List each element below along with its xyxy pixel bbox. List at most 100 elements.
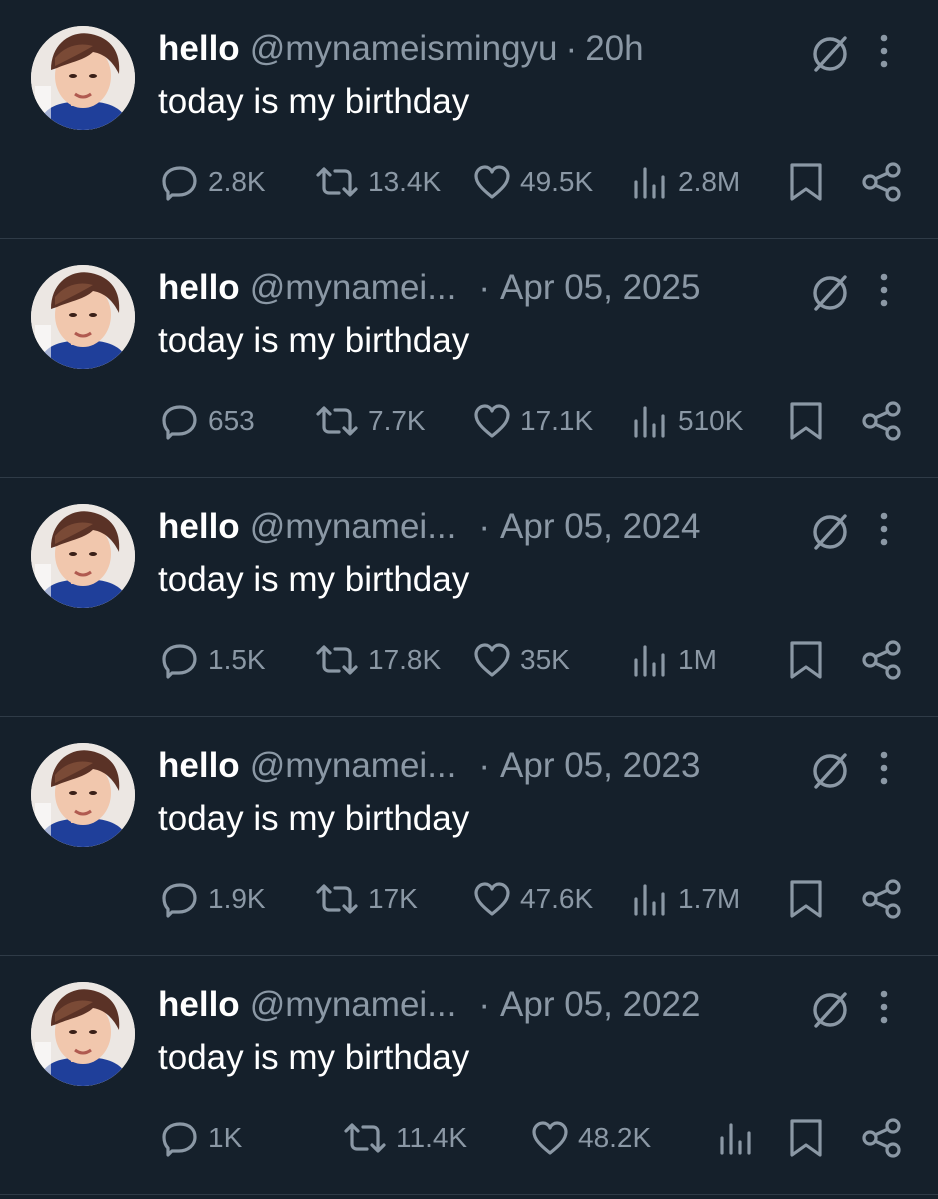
tweet[interactable]: hello @mynamei... · Apr 05, 2025 today is m… bbox=[0, 239, 938, 478]
avatar[interactable] bbox=[31, 504, 135, 608]
user-handle[interactable]: @mynamei... bbox=[250, 268, 457, 307]
views-icon bbox=[720, 1123, 751, 1155]
grok-icon[interactable] bbox=[808, 749, 852, 793]
views-button[interactable] bbox=[716, 1115, 764, 1161]
views-button[interactable]: 2.8M bbox=[630, 159, 740, 205]
like-icon bbox=[474, 165, 510, 199]
avatar-image bbox=[31, 26, 135, 130]
avatar[interactable] bbox=[31, 743, 135, 847]
tweet-header: hello @mynameismingyu · 20h bbox=[158, 28, 644, 70]
retweet-button[interactable]: 11.4K bbox=[342, 1115, 467, 1161]
reply-button[interactable]: 1K bbox=[160, 1115, 242, 1161]
share-icon bbox=[862, 162, 901, 202]
share-button[interactable] bbox=[860, 876, 904, 922]
tweet-feed: hello @mynameismingyu · 20h today is my bir… bbox=[0, 0, 938, 1199]
retweet-count: 17.8K bbox=[368, 644, 442, 675]
tweet[interactable]: hello @mynameismingyu · 20h today is my bir… bbox=[0, 0, 938, 239]
like-button[interactable]: 17.1K bbox=[472, 398, 593, 444]
display-name[interactable]: hello bbox=[158, 746, 240, 785]
timestamp[interactable]: Apr 05, 2023 bbox=[500, 746, 700, 785]
bookmark-button[interactable] bbox=[786, 876, 826, 922]
separator-dot: · bbox=[478, 507, 491, 546]
bookmark-icon bbox=[790, 1119, 822, 1157]
display-name[interactable]: hello bbox=[158, 985, 240, 1024]
avatar[interactable] bbox=[31, 26, 135, 130]
like-button[interactable]: 47.6K bbox=[472, 876, 593, 922]
grok-icon[interactable] bbox=[808, 32, 852, 76]
grok-icon[interactable] bbox=[808, 271, 852, 315]
like-count: 48.2K bbox=[578, 1122, 652, 1153]
avatar[interactable] bbox=[31, 265, 135, 369]
reply-count: 1.9K bbox=[208, 883, 266, 914]
views-icon bbox=[634, 645, 665, 677]
user-handle[interactable]: @mynamei... bbox=[250, 507, 457, 546]
bookmark-button[interactable] bbox=[786, 637, 826, 683]
tweet-text: today is my birthday bbox=[158, 799, 470, 838]
reply-button[interactable]: 2.8K bbox=[160, 159, 266, 205]
views-button[interactable]: 1.7M bbox=[630, 876, 740, 922]
more-icon[interactable] bbox=[872, 31, 896, 71]
tweet-header: hello @mynamei... · Apr 05, 2025 bbox=[158, 267, 700, 309]
avatar[interactable] bbox=[31, 982, 135, 1086]
bookmark-icon bbox=[790, 641, 822, 679]
like-count: 47.6K bbox=[520, 883, 594, 914]
more-icon[interactable] bbox=[872, 987, 896, 1027]
retweet-button[interactable]: 17K bbox=[314, 876, 418, 922]
like-button[interactable]: 49.5K bbox=[472, 159, 593, 205]
tweet-actions: 1.9K 17K 47.6K 1.7M bbox=[0, 876, 938, 922]
views-icon bbox=[634, 884, 665, 916]
reply-button[interactable]: 1.5K bbox=[160, 637, 266, 683]
retweet-icon bbox=[344, 1123, 386, 1153]
views-button[interactable]: 510K bbox=[630, 398, 743, 444]
reply-icon bbox=[162, 405, 197, 440]
share-button[interactable] bbox=[860, 398, 904, 444]
retweet-button[interactable]: 13.4K bbox=[314, 159, 441, 205]
user-handle[interactable]: @mynameismingyu bbox=[250, 29, 558, 68]
share-icon bbox=[862, 1118, 901, 1158]
view-count: 1M bbox=[678, 644, 717, 675]
more-icon[interactable] bbox=[872, 748, 896, 788]
tweet[interactable]: hello @mynamei... · Apr 05, 2022 today is m… bbox=[0, 956, 938, 1195]
retweet-button[interactable]: 17.8K bbox=[314, 637, 441, 683]
display-name[interactable]: hello bbox=[158, 507, 240, 546]
avatar-image bbox=[31, 265, 135, 369]
tweet[interactable]: hello @mynamei... · Apr 05, 2024 today is m… bbox=[0, 478, 938, 717]
reply-icon bbox=[162, 883, 197, 918]
share-button[interactable] bbox=[860, 159, 904, 205]
user-handle[interactable]: @mynamei... bbox=[250, 746, 457, 785]
share-button[interactable] bbox=[860, 1115, 904, 1161]
display-name[interactable]: hello bbox=[158, 268, 240, 307]
user-handle[interactable]: @mynamei... bbox=[250, 985, 457, 1024]
timestamp[interactable]: Apr 05, 2025 bbox=[500, 268, 700, 307]
like-button[interactable]: 48.2K bbox=[530, 1115, 651, 1161]
timestamp[interactable]: Apr 05, 2022 bbox=[500, 985, 700, 1024]
more-icon[interactable] bbox=[872, 509, 896, 549]
bookmark-button[interactable] bbox=[786, 1115, 826, 1161]
tweet[interactable]: hello @mynamei... · Apr 05, 2023 today is m… bbox=[0, 717, 938, 956]
views-icon bbox=[634, 406, 665, 438]
views-icon bbox=[634, 167, 665, 199]
grok-icon[interactable] bbox=[808, 510, 852, 554]
retweet-count: 13.4K bbox=[368, 166, 442, 197]
more-icon[interactable] bbox=[872, 270, 896, 310]
views-button[interactable]: 1M bbox=[630, 637, 717, 683]
tweet-actions: 653 7.7K 17.1K 510K bbox=[0, 398, 938, 444]
retweet-count: 7.7K bbox=[368, 405, 426, 436]
retweet-count: 17K bbox=[368, 883, 418, 914]
timestamp[interactable]: Apr 05, 2024 bbox=[500, 507, 700, 546]
reply-count: 1.5K bbox=[208, 644, 266, 675]
like-icon bbox=[474, 404, 510, 438]
reply-button[interactable]: 653 bbox=[160, 398, 255, 444]
reply-count: 653 bbox=[208, 405, 255, 436]
timestamp[interactable]: 20h bbox=[585, 29, 643, 68]
like-button[interactable]: 35K bbox=[472, 637, 570, 683]
bookmark-button[interactable] bbox=[786, 159, 826, 205]
bookmark-button[interactable] bbox=[786, 398, 826, 444]
display-name[interactable]: hello bbox=[158, 29, 240, 68]
grok-icon[interactable] bbox=[808, 988, 852, 1032]
avatar-image bbox=[31, 743, 135, 847]
reply-button[interactable]: 1.9K bbox=[160, 876, 266, 922]
separator-dot: · bbox=[478, 746, 491, 785]
share-button[interactable] bbox=[860, 637, 904, 683]
retweet-button[interactable]: 7.7K bbox=[314, 398, 426, 444]
